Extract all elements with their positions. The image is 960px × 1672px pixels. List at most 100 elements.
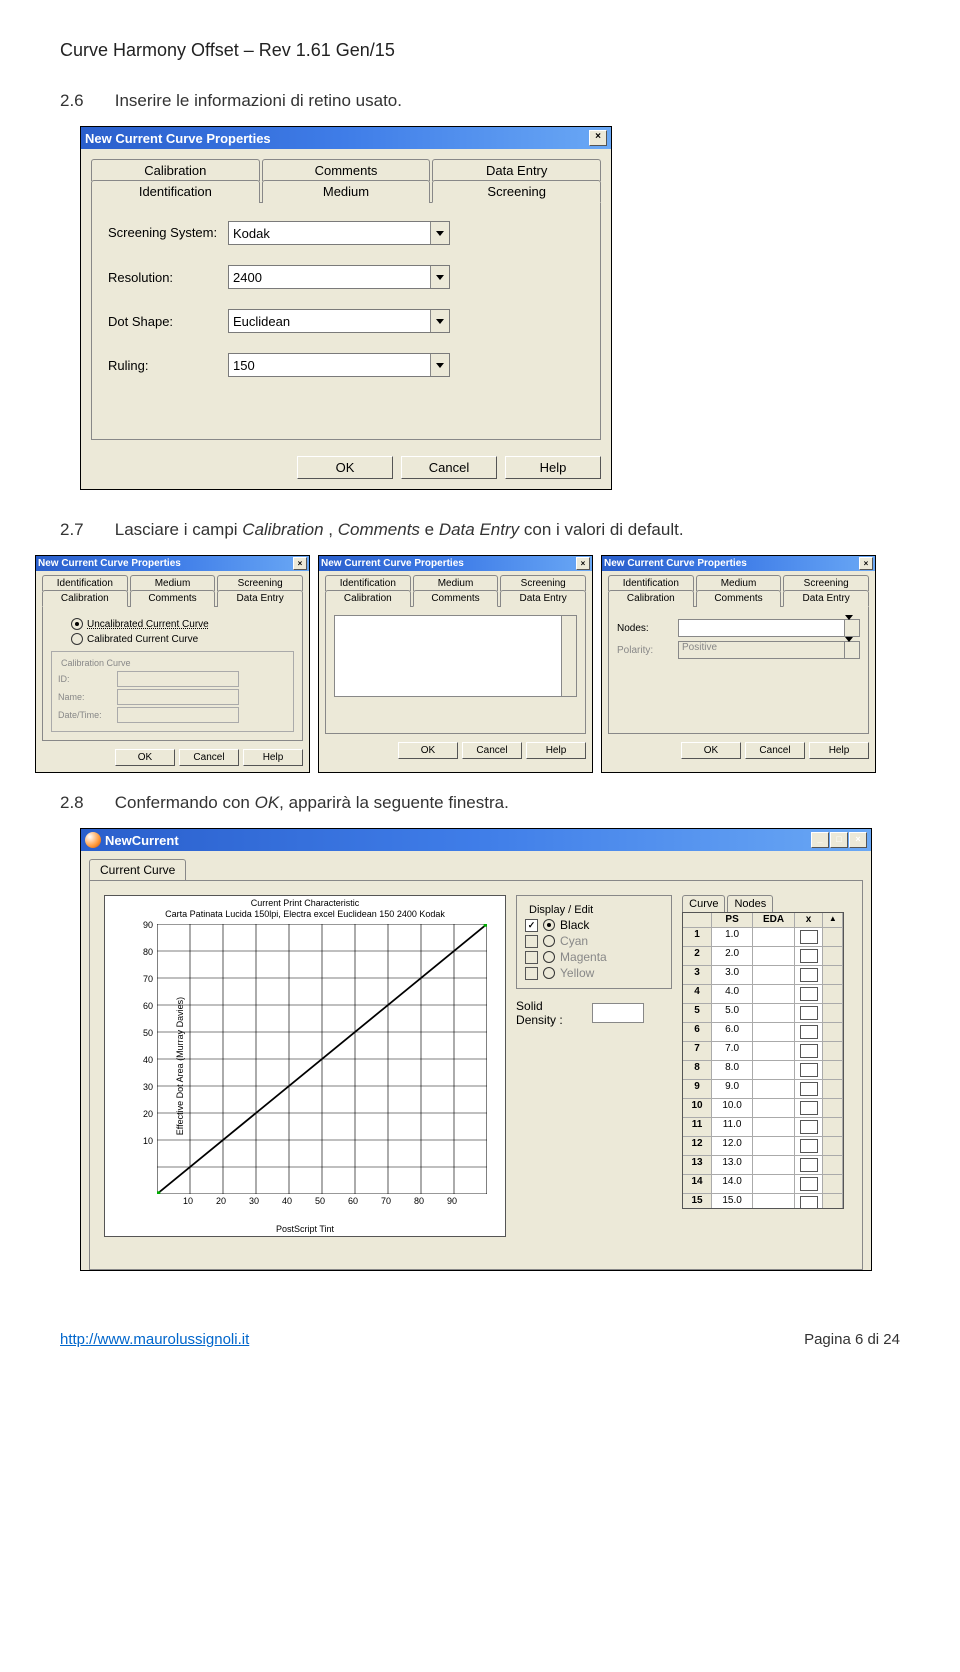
combo-nodes[interactable] <box>678 619 860 637</box>
chevron-down-icon[interactable] <box>430 222 449 244</box>
chevron-down-icon[interactable] <box>430 354 449 376</box>
chevron-down-icon[interactable] <box>430 310 449 332</box>
close-icon[interactable]: × <box>849 832 867 848</box>
cell-ps[interactable]: 2.0 <box>712 947 753 966</box>
cancel-button[interactable]: Cancel <box>462 742 522 759</box>
cell-eda[interactable] <box>753 1042 794 1061</box>
cell-eda[interactable] <box>753 1156 794 1175</box>
cell-x[interactable] <box>795 928 824 947</box>
checkbox-yellow[interactable] <box>525 967 538 980</box>
table-row[interactable]: 1111.0 <box>683 1118 843 1137</box>
tab-identification[interactable]: Identification <box>325 575 411 591</box>
scrollbar-track[interactable] <box>823 966 843 985</box>
scrollbar-track[interactable] <box>823 1099 843 1118</box>
tab-comments[interactable]: Comments <box>262 159 431 181</box>
combo-screening-system[interactable]: Kodak <box>228 221 450 245</box>
comments-textarea[interactable] <box>334 615 577 697</box>
cell-eda[interactable] <box>753 1194 794 1208</box>
scrollbar-track[interactable] <box>823 1061 843 1080</box>
table-row[interactable]: 77.0 <box>683 1042 843 1061</box>
cell-eda[interactable] <box>753 985 794 1004</box>
cell-eda[interactable] <box>753 947 794 966</box>
cell-eda[interactable] <box>753 966 794 985</box>
tab-comments[interactable]: Comments <box>130 590 216 607</box>
chevron-down-icon[interactable] <box>430 266 449 288</box>
cell-x[interactable] <box>795 1194 824 1208</box>
cell-x[interactable] <box>795 966 824 985</box>
cell-ps[interactable]: 1.0 <box>712 928 753 947</box>
footer-link[interactable]: http://www.maurolussignoli.it <box>60 1331 249 1348</box>
radio-yellow[interactable] <box>543 967 555 979</box>
tab-identification[interactable]: Identification <box>608 575 694 591</box>
scrollbar-track[interactable] <box>823 1080 843 1099</box>
table-row[interactable]: 66.0 <box>683 1023 843 1042</box>
help-button[interactable]: Help <box>505 456 601 479</box>
table-row[interactable]: 1313.0 <box>683 1156 843 1175</box>
scrollbar-track[interactable] <box>823 1175 843 1194</box>
cell-x[interactable] <box>795 1156 824 1175</box>
cell-ps[interactable]: 7.0 <box>712 1042 753 1061</box>
cell-eda[interactable] <box>753 1023 794 1042</box>
cell-ps[interactable]: 4.0 <box>712 985 753 1004</box>
ok-button[interactable]: OK <box>115 749 175 766</box>
tab-current-curve[interactable]: Current Curve <box>89 859 186 880</box>
cell-x[interactable] <box>795 947 824 966</box>
scrollbar-track[interactable] <box>823 928 843 947</box>
tab-comments[interactable]: Comments <box>413 590 499 607</box>
cell-x[interactable] <box>795 1080 824 1099</box>
tab-data-entry[interactable]: Data Entry <box>783 590 869 607</box>
radio-cyan[interactable] <box>543 935 555 947</box>
table-row[interactable]: 11.0 <box>683 928 843 947</box>
cell-ps[interactable]: 9.0 <box>712 1080 753 1099</box>
checkbox-magenta[interactable] <box>525 951 538 964</box>
combo-resolution[interactable]: 2400 <box>228 265 450 289</box>
input-solid-density[interactable] <box>592 1003 644 1023</box>
cell-ps[interactable]: 14.0 <box>712 1175 753 1194</box>
table-row[interactable]: 33.0 <box>683 966 843 985</box>
scrollbar-track[interactable] <box>823 1137 843 1156</box>
cell-ps[interactable]: 13.0 <box>712 1156 753 1175</box>
tab-medium[interactable]: Medium <box>413 575 499 591</box>
cell-eda[interactable] <box>753 1175 794 1194</box>
scrollbar-track[interactable] <box>823 1004 843 1023</box>
cell-eda[interactable] <box>753 1004 794 1023</box>
cell-ps[interactable]: 15.0 <box>712 1194 753 1208</box>
minimize-icon[interactable]: _ <box>811 832 829 848</box>
scrollbar-track[interactable] <box>823 1042 843 1061</box>
radio-black[interactable] <box>543 919 555 931</box>
scrollbar-track[interactable] <box>823 985 843 1004</box>
cell-x[interactable] <box>795 1099 824 1118</box>
cell-x[interactable] <box>795 1118 824 1137</box>
tab-calibration[interactable]: Calibration <box>91 159 260 181</box>
cell-x[interactable] <box>795 1137 824 1156</box>
tab-screening[interactable]: Screening <box>783 575 869 591</box>
radio-icon[interactable] <box>71 633 83 645</box>
table-row[interactable]: 99.0 <box>683 1080 843 1099</box>
chevron-down-icon[interactable] <box>844 620 859 636</box>
cell-eda[interactable] <box>753 1061 794 1080</box>
checkbox-black[interactable] <box>525 919 538 932</box>
close-icon[interactable]: × <box>589 130 607 146</box>
help-button[interactable]: Help <box>526 742 586 759</box>
tab-identification[interactable]: Identification <box>42 575 128 591</box>
table-row[interactable]: 55.0 <box>683 1004 843 1023</box>
radio-uncalibrated[interactable]: Uncalibrated Current Curve <box>71 618 294 630</box>
tab-identification[interactable]: Identification <box>91 180 260 203</box>
scrollbar-track[interactable] <box>823 1118 843 1137</box>
tab-nodes[interactable]: Nodes <box>727 895 773 912</box>
table-row[interactable]: 1010.0 <box>683 1099 843 1118</box>
help-button[interactable]: Help <box>809 742 869 759</box>
cell-x[interactable] <box>795 1061 824 1080</box>
radio-icon[interactable] <box>71 618 83 630</box>
scrollbar-track[interactable] <box>823 1194 843 1208</box>
tab-medium[interactable]: Medium <box>696 575 782 591</box>
tab-calibration[interactable]: Calibration <box>42 590 128 607</box>
tab-calibration[interactable]: Calibration <box>608 590 694 607</box>
checkbox-cyan[interactable] <box>525 935 538 948</box>
cell-ps[interactable]: 11.0 <box>712 1118 753 1137</box>
tab-data-entry[interactable]: Data Entry <box>500 590 586 607</box>
close-icon[interactable]: × <box>576 557 590 570</box>
ok-button[interactable]: OK <box>297 456 393 479</box>
cell-x[interactable] <box>795 1175 824 1194</box>
help-button[interactable]: Help <box>243 749 303 766</box>
